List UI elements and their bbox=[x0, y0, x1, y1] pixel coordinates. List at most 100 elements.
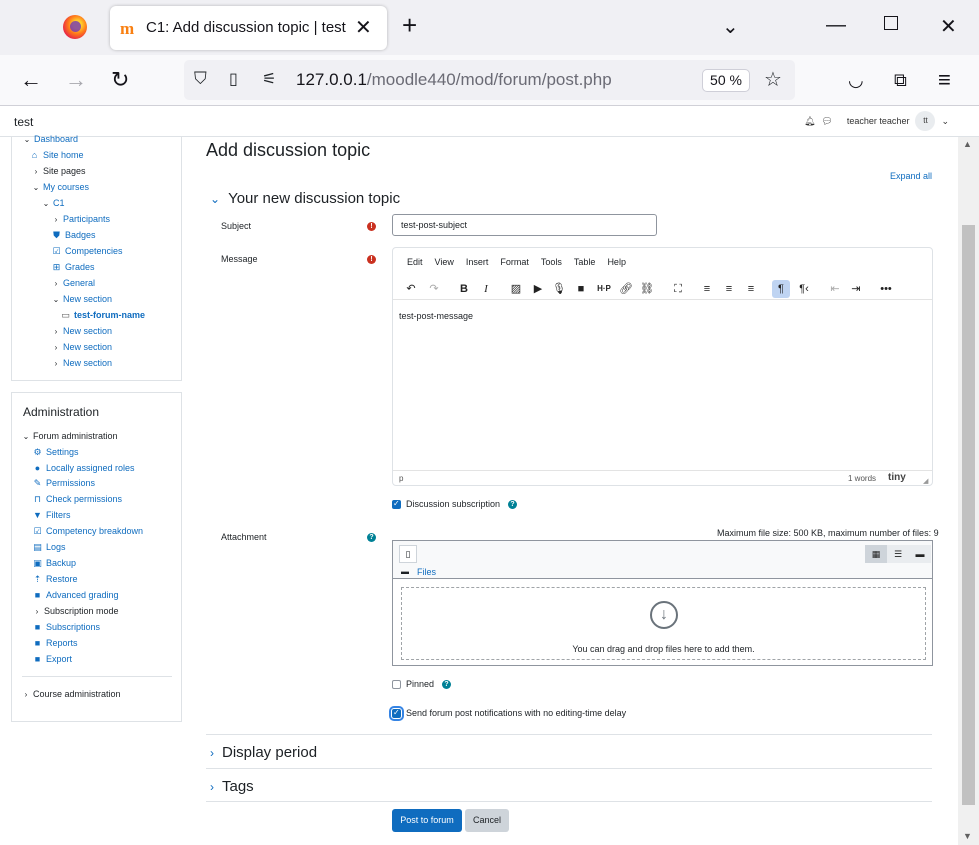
more-icon[interactable]: ••• bbox=[877, 280, 895, 298]
nav-item-new-section[interactable]: › New section bbox=[52, 326, 112, 336]
scroll-thumb[interactable] bbox=[962, 225, 975, 805]
media-icon[interactable]: ▶ bbox=[529, 280, 547, 298]
close-tab-icon[interactable]: ✕ bbox=[355, 15, 372, 40]
file-dropzone[interactable]: ↓ You can drag and drop files here to ad… bbox=[401, 587, 926, 660]
section-new-topic[interactable]: ⌄ Your new discussion topic bbox=[210, 190, 400, 207]
menu-table[interactable]: Table bbox=[574, 257, 596, 267]
expand-all-link[interactable]: Expand all bbox=[890, 171, 932, 181]
browser-tab[interactable]: m C1: Add discussion topic | test ✕ bbox=[110, 6, 387, 50]
tree-view-icon[interactable]: ▬ bbox=[909, 545, 931, 563]
subject-input[interactable]: test-post-subject bbox=[392, 214, 657, 236]
nav-item-grades[interactable]: ⊞ Grades bbox=[52, 262, 95, 272]
forum-administration[interactable]: ⌄ Forum administration bbox=[22, 431, 118, 441]
nav-item-new-section[interactable]: › New section bbox=[52, 358, 112, 368]
post-to-forum-button[interactable]: Post to forum bbox=[392, 809, 462, 832]
align-left-icon[interactable]: ≡ bbox=[698, 280, 716, 298]
admin-item-subscriptions[interactable]: ■ Subscriptions bbox=[33, 622, 100, 632]
nav-item-my-courses[interactable]: ⌄ My courses bbox=[32, 182, 89, 192]
notification-bell-icon[interactable]: 🔔︎ bbox=[804, 116, 815, 127]
pocket-icon[interactable]: ◡ bbox=[848, 67, 864, 93]
admin-item-filters[interactable]: ▼ Filters bbox=[33, 510, 70, 520]
menu-help[interactable]: Help bbox=[607, 257, 626, 267]
help-icon[interactable]: ? bbox=[508, 499, 518, 509]
fullscreen-icon[interactable]: ⛶ bbox=[669, 280, 687, 298]
nav-item-test-forum[interactable]: ▭ test-forum-name bbox=[61, 310, 145, 320]
nav-item-general[interactable]: › General bbox=[52, 278, 95, 288]
user-menu[interactable]: 🔔︎ 💬︎ teacher teacher tt ⌄ bbox=[804, 111, 949, 131]
menu-view[interactable]: View bbox=[435, 257, 454, 267]
admin-item-roles[interactable]: ● Locally assigned roles bbox=[33, 463, 135, 473]
nav-item-new-section[interactable]: › New section bbox=[52, 342, 112, 352]
maximize-icon[interactable] bbox=[884, 16, 898, 30]
microphone-icon[interactable]: 🎙︎ bbox=[550, 280, 568, 298]
video-camera-icon[interactable]: ■ bbox=[572, 280, 590, 298]
new-tab-icon[interactable]: + bbox=[402, 12, 417, 38]
reload-icon[interactable]: ↻ bbox=[111, 67, 129, 93]
discussion-subscription-checkbox[interactable] bbox=[392, 499, 401, 509]
extensions-icon[interactable]: ⧉ bbox=[894, 67, 907, 93]
add-file-icon[interactable]: ▯ bbox=[399, 545, 417, 563]
menu-tools[interactable]: Tools bbox=[541, 257, 562, 267]
nav-item-c1[interactable]: ⌄ C1 bbox=[42, 198, 65, 208]
permissions-icon[interactable]: ⚟ bbox=[262, 69, 276, 89]
align-center-icon[interactable]: ≡ bbox=[720, 280, 738, 298]
site-name[interactable]: test bbox=[14, 115, 33, 129]
section-display-period[interactable]: › Display period bbox=[210, 744, 317, 761]
icon-view-icon[interactable]: ▦ bbox=[865, 545, 887, 563]
nav-item-site-home[interactable]: ⌂ Site home bbox=[30, 150, 84, 160]
bookmark-star-icon[interactable]: ☆ bbox=[764, 67, 782, 92]
resize-handle-icon[interactable]: ◢ bbox=[923, 477, 928, 485]
admin-item-competency-breakdown[interactable]: ☑ Competency breakdown bbox=[33, 526, 143, 536]
unlink-icon[interactable]: ⛓ bbox=[638, 280, 656, 298]
page-info-icon[interactable]: ▯ bbox=[229, 69, 238, 89]
undo-icon[interactable]: ↶ bbox=[402, 280, 420, 298]
zoom-level[interactable]: 50 % bbox=[702, 69, 750, 92]
outdent-icon[interactable]: ⇤ bbox=[826, 280, 844, 298]
nav-item-participants[interactable]: › Participants bbox=[52, 214, 110, 224]
admin-item-reports[interactable]: ■ Reports bbox=[33, 638, 78, 648]
forward-icon[interactable]: → bbox=[65, 67, 87, 93]
nav-item-competencies[interactable]: ☑ Competencies bbox=[52, 246, 122, 256]
admin-item-permissions[interactable]: ✎ Permissions bbox=[33, 478, 95, 488]
help-icon[interactable]: ? bbox=[367, 533, 376, 542]
section-tags[interactable]: › Tags bbox=[210, 778, 254, 795]
nav-item-dashboard[interactable]: ⌄ Dashboard bbox=[23, 134, 78, 144]
shield-icon[interactable]: ⛉ bbox=[194, 69, 207, 89]
page-scrollbar[interactable]: ▲ ▼ bbox=[958, 137, 979, 845]
element-path[interactable]: p bbox=[399, 474, 403, 483]
help-icon[interactable]: ? bbox=[442, 679, 452, 689]
word-count[interactable]: 1 words bbox=[848, 474, 876, 483]
pinned-checkbox[interactable] bbox=[392, 679, 401, 689]
italic-icon[interactable]: I bbox=[477, 280, 495, 298]
nav-item-badges[interactable]: ⛊ Badges bbox=[52, 230, 95, 240]
ltr-icon[interactable]: ¶ bbox=[772, 280, 790, 298]
mail-now-checkbox[interactable] bbox=[389, 705, 404, 721]
window-close-icon[interactable]: ✕ bbox=[940, 14, 957, 39]
message-content[interactable]: test-post-message bbox=[399, 311, 473, 321]
list-view-icon[interactable]: ☰ bbox=[887, 545, 909, 563]
link-icon[interactable]: 🔗︎ bbox=[617, 280, 635, 298]
admin-item-restore[interactable]: ⇡ Restore bbox=[33, 574, 78, 584]
h5p-icon[interactable]: H·P bbox=[595, 280, 613, 298]
scroll-down-icon[interactable]: ▼ bbox=[963, 831, 972, 841]
admin-item-settings[interactable]: ⚙ Settings bbox=[33, 447, 78, 457]
tab-list-icon[interactable]: ⌄ bbox=[722, 14, 739, 39]
course-administration[interactable]: › Course administration bbox=[22, 689, 121, 699]
firefox-icon[interactable] bbox=[63, 15, 87, 39]
chevron-down-icon[interactable]: ⌄ bbox=[941, 116, 949, 127]
align-right-icon[interactable]: ≡ bbox=[742, 280, 760, 298]
files-path[interactable]: Files bbox=[417, 567, 436, 577]
admin-item-advanced-grading[interactable]: ■ Advanced grading bbox=[33, 590, 119, 600]
admin-item-backup[interactable]: ▣ Backup bbox=[33, 558, 76, 568]
menu-insert[interactable]: Insert bbox=[466, 257, 489, 267]
redo-icon[interactable]: ↷ bbox=[425, 280, 443, 298]
scroll-up-icon[interactable]: ▲ bbox=[963, 139, 972, 149]
bold-icon[interactable]: B bbox=[455, 280, 473, 298]
tiny-logo[interactable]: tiny bbox=[888, 472, 906, 483]
admin-item-export[interactable]: ■ Export bbox=[33, 654, 72, 664]
menu-format[interactable]: Format bbox=[500, 257, 529, 267]
cancel-button[interactable]: Cancel bbox=[465, 809, 509, 832]
back-icon[interactable]: ← bbox=[20, 67, 42, 93]
messages-icon[interactable]: 💬︎ bbox=[821, 116, 832, 127]
image-icon[interactable]: ▨ bbox=[507, 280, 525, 298]
